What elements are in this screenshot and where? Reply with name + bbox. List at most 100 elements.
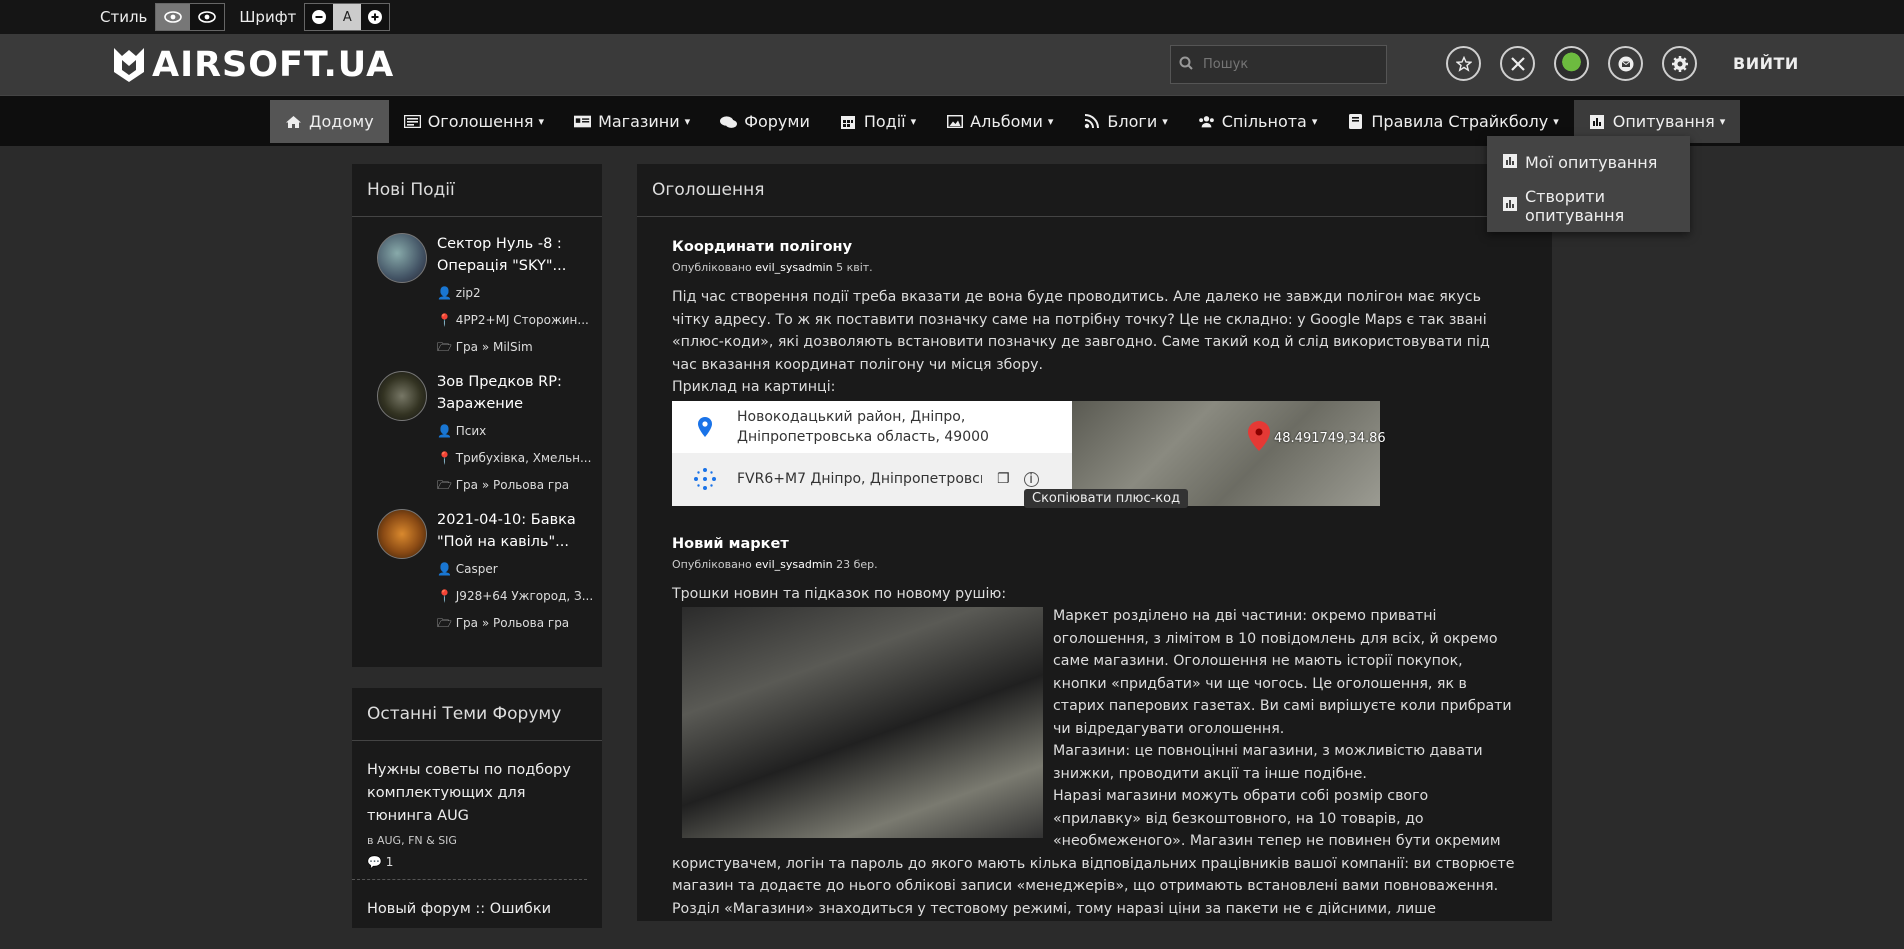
- event-title[interactable]: Сектор Нуль -8 : Операція "SKY"...: [437, 233, 589, 277]
- nav-label: Додому: [309, 112, 374, 131]
- accessibility-bar: Стиль Шрифт A: [0, 0, 1904, 34]
- poll-icon: [1503, 196, 1517, 215]
- logo-mark-icon: [114, 48, 144, 82]
- nav-label: Події: [863, 112, 906, 131]
- sidebar: Нові Події Сектор Нуль -8 : Операція "SKY…: [352, 164, 602, 949]
- map-coordinates: 48.491749,34.86: [1274, 430, 1386, 446]
- users-icon: [1198, 115, 1215, 129]
- chevron-down-icon: ▾: [684, 115, 691, 128]
- event-item[interactable]: Зов Предков RP: Заражение 👤 Псих 📍 Трибух…: [352, 371, 602, 509]
- nav-label: Опитування: [1612, 112, 1715, 131]
- eye-icon: [198, 11, 217, 23]
- nav-item-ads[interactable]: Оголошення ▾: [389, 100, 559, 143]
- chevron-down-icon: ▾: [1553, 115, 1559, 128]
- event-title[interactable]: Зов Предков RP: Заражение: [437, 371, 591, 415]
- chevron-down-icon: ▾: [1162, 115, 1168, 128]
- forum-topic-replies: 💬 1: [367, 855, 394, 869]
- event-author[interactable]: 👤 Псих: [437, 418, 591, 445]
- event-author[interactable]: 👤 zip2: [437, 280, 589, 307]
- event-category[interactable]: 🗁 Гра » Рольова гра: [437, 472, 591, 499]
- nav-label: Блоги: [1107, 112, 1158, 131]
- favorites-button[interactable]: [1446, 46, 1481, 81]
- nav-label: Правила Страйкболу: [1371, 112, 1549, 131]
- comment-icon: 💬: [367, 855, 382, 869]
- idcard-icon: [574, 115, 592, 129]
- style-light-button[interactable]: [190, 4, 225, 30]
- event-title[interactable]: 2021-04-10: Бавка "Пой на кавіль"...: [437, 509, 593, 553]
- event-thumbnail[interactable]: [377, 509, 427, 559]
- forum-topic-item[interactable]: Нужны советы по подбору комплектующих дл…: [352, 741, 587, 880]
- location-pin-icon: [672, 416, 737, 437]
- article-author[interactable]: evil_sysadmin: [755, 261, 832, 274]
- menu-item-my-polls[interactable]: Мої опитування: [1487, 141, 1690, 184]
- chevron-down-icon: ▾: [538, 115, 545, 128]
- nav-item-community[interactable]: Спільнота ▾: [1183, 100, 1333, 143]
- forum-topic-section[interactable]: в AUG, FN & SIG: [367, 834, 572, 847]
- chevron-down-icon: ▾: [1719, 115, 1726, 128]
- tools-button[interactable]: [1500, 46, 1535, 81]
- poll-icon: [1503, 153, 1517, 172]
- style-toggle-group: [155, 3, 226, 31]
- nav-label: Магазини: [598, 112, 680, 131]
- font-decrease-button[interactable]: [305, 4, 334, 30]
- menu-item-label: Створити опитування: [1525, 186, 1625, 225]
- article-author[interactable]: evil_sysadmin: [755, 558, 832, 571]
- forum-topics-panel: Останні Теми Форуму Нужны советы по подб…: [352, 688, 602, 928]
- forum-topic-title[interactable]: Новый форум :: Ошибки: [367, 898, 572, 921]
- nav-label: Форуми: [744, 112, 810, 131]
- rifle-money-image: [682, 607, 1043, 838]
- logout-link[interactable]: ВИЙТИ: [1733, 54, 1799, 73]
- nav-item-albums[interactable]: Альбоми ▾: [931, 100, 1068, 143]
- envelope-icon: [1618, 56, 1633, 71]
- event-author[interactable]: 👤 Casper: [437, 556, 593, 583]
- event-location: 📍 Трибухівка, Хмельн...: [437, 451, 592, 465]
- polls-dropdown-menu: Мої опитування Створити опитування: [1487, 136, 1690, 232]
- forum-topic-item[interactable]: Новый форум :: Ошибки: [352, 880, 587, 931]
- info-icon: i: [1023, 471, 1039, 487]
- map-pluscode-row: FVR6+M7 Дніпро, Дніпропетровська ❐ i: [672, 452, 1072, 506]
- gear-icon: [1671, 55, 1688, 72]
- event-item[interactable]: 2021-04-10: Бавка "Пой на кавіль"... 👤 Ca…: [352, 509, 602, 647]
- font-reset-button[interactable]: A: [333, 4, 362, 30]
- article-meta: Опубліковано evil_sysadmin 23 бер.: [672, 557, 878, 571]
- user-avatar[interactable]: [1554, 46, 1589, 81]
- article-title[interactable]: Координати полігону: [672, 239, 1517, 255]
- announcements-panel: Оголошення Координати полігону Опубліков…: [637, 164, 1552, 921]
- map-example-image: Новокодацький район, Дніпро, Дніпропетро…: [672, 400, 1386, 508]
- tools-icon: [1510, 56, 1525, 71]
- poll-icon: [1589, 114, 1606, 129]
- event-location: 📍 J928+64 Ужгород, З...: [437, 589, 594, 603]
- forum-topic-title[interactable]: Нужны советы по подбору комплектующих дл…: [367, 759, 572, 828]
- article: Координати полігону Опубліковано evil_sy…: [637, 239, 1552, 921]
- font-increase-button[interactable]: [361, 4, 390, 30]
- home-icon: [285, 115, 302, 129]
- search-input[interactable]: [1201, 56, 1375, 73]
- style-dark-button[interactable]: [156, 4, 191, 30]
- panel-title: Оголошення: [637, 164, 1552, 217]
- nav-item-blogs[interactable]: Блоги ▾: [1068, 100, 1182, 143]
- messages-button[interactable]: [1608, 46, 1643, 81]
- nav-item-home[interactable]: Додому: [270, 100, 389, 143]
- event-category[interactable]: 🗁 Гра » MilSim: [437, 334, 589, 361]
- menu-item-create-poll[interactable]: Створити опитування: [1487, 184, 1690, 227]
- event-item[interactable]: Сектор Нуль -8 : Операція "SKY"... 👤 zip2…: [352, 233, 602, 371]
- nav-item-shops[interactable]: Магазини ▾: [559, 100, 705, 143]
- article-body: Трошки новин та підказок по новому рушію…: [672, 585, 1515, 917]
- search-box: [1170, 45, 1387, 84]
- event-thumbnail[interactable]: [377, 371, 427, 421]
- menu-item-label: Мої опитування: [1525, 153, 1658, 172]
- nav-label: Альбоми: [970, 112, 1043, 131]
- settings-button[interactable]: [1662, 46, 1697, 81]
- site-logo[interactable]: AIRSOFT.UA: [112, 45, 394, 85]
- pluscode-icon: [672, 467, 737, 491]
- event-thumbnail[interactable]: [377, 233, 427, 283]
- article-title[interactable]: Новий маркет: [672, 536, 1517, 552]
- event-category[interactable]: 🗁 Гра » Рольова гра: [437, 610, 593, 637]
- nav-item-events[interactable]: Події ▾: [825, 100, 931, 143]
- map-marker-icon: [1248, 420, 1270, 451]
- book-icon: [1347, 114, 1364, 129]
- copy-icon: ❐: [997, 471, 1010, 487]
- chevron-down-icon: ▾: [1311, 115, 1318, 128]
- panel-title: Останні Теми Форуму: [352, 688, 602, 741]
- nav-item-forums[interactable]: Форуми: [705, 100, 825, 143]
